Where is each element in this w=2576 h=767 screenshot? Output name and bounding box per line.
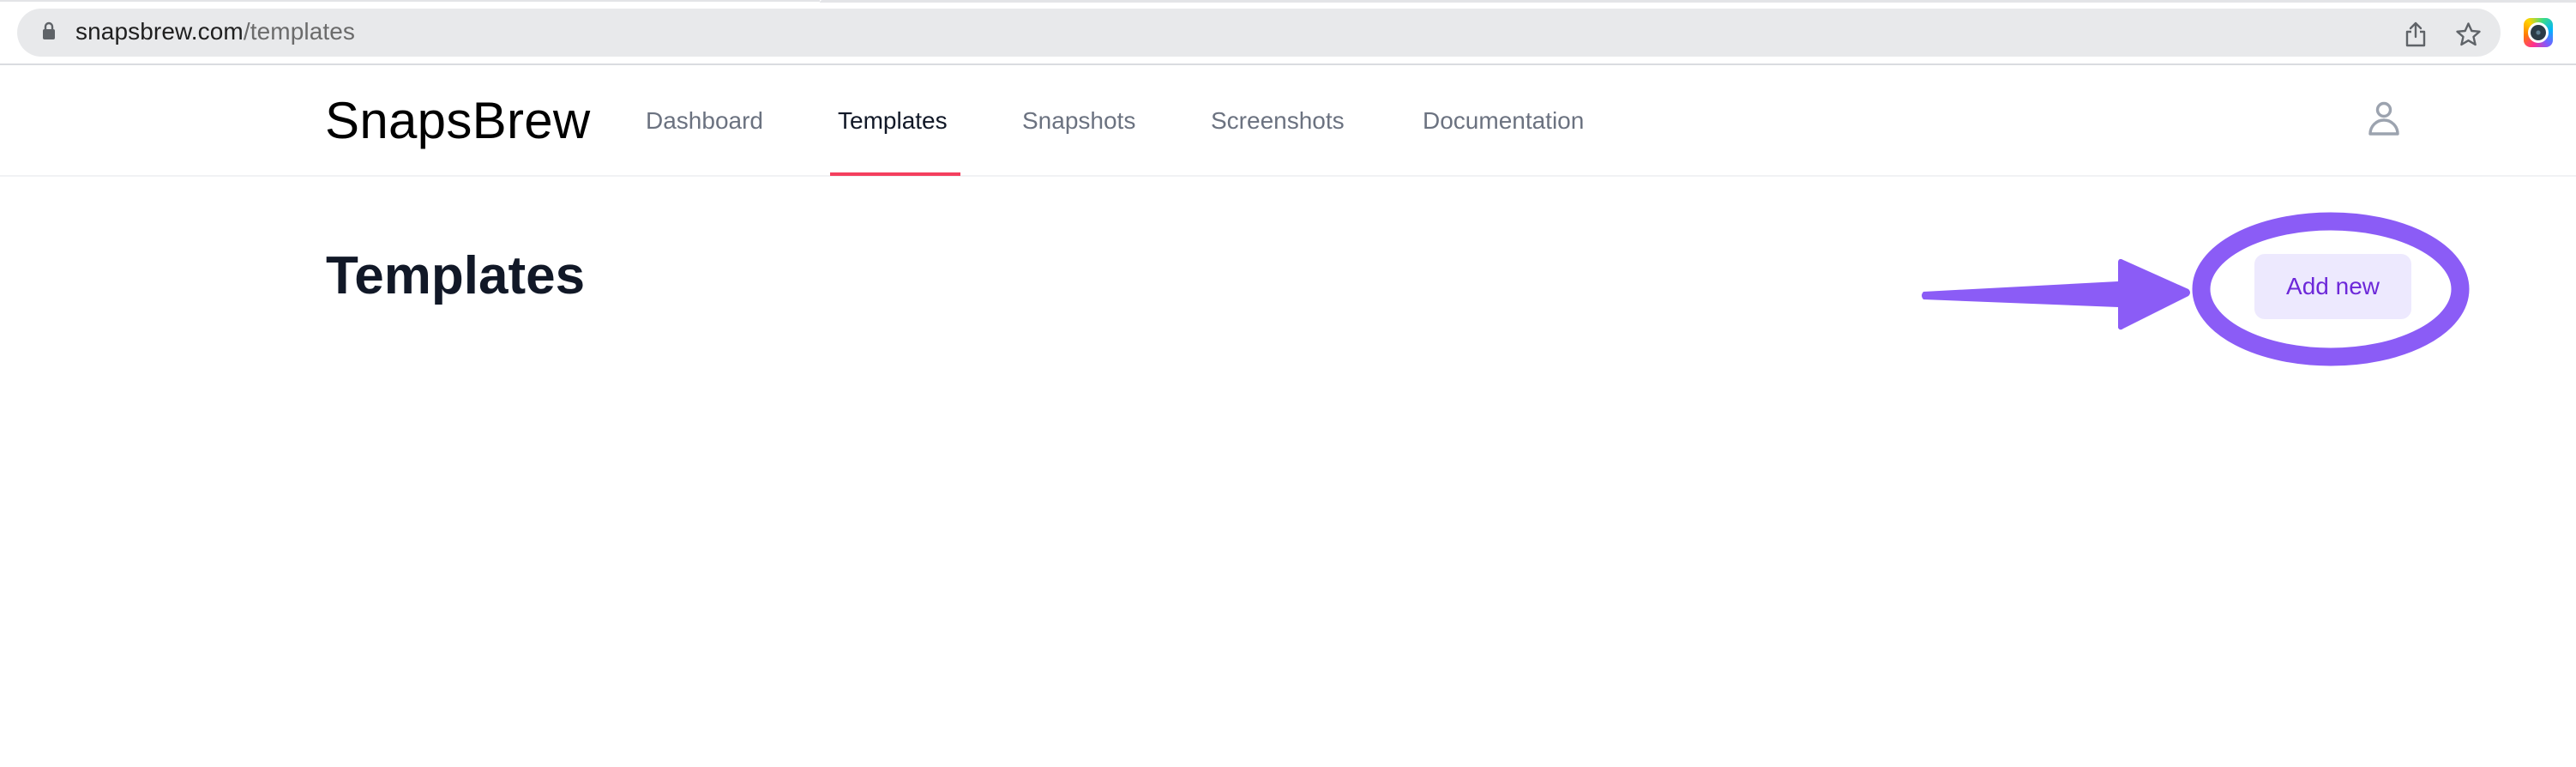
active-tab-indicator — [830, 172, 960, 176]
star-icon[interactable] — [2455, 21, 2482, 47]
url-text[interactable]: snapsbrew.com/templates — [75, 17, 355, 46]
address-bar[interactable]: snapsbrew.com/templates — [17, 9, 2501, 57]
nav-screenshots[interactable]: Screenshots — [1211, 106, 1345, 136]
url-domain: snapsbrew.com — [75, 18, 244, 45]
user-icon[interactable] — [2368, 101, 2399, 136]
share-icon[interactable] — [2404, 21, 2427, 47]
annotation-arrow — [1922, 258, 2190, 330]
page-title: Templates — [326, 246, 586, 305]
tab-strip-edge — [0, 0, 820, 2]
url-path: /templates — [243, 18, 356, 45]
browser-toolbar: snapsbrew.com/templates — [0, 3, 2576, 65]
lock-icon[interactable] — [42, 21, 56, 40]
nav-dashboard[interactable]: Dashboard — [646, 106, 763, 136]
logo[interactable]: SnapsBrew — [325, 91, 591, 151]
app-header: SnapsBrew Dashboard Templates Snapshots … — [0, 65, 2576, 177]
nav-templates[interactable]: Templates — [838, 106, 948, 136]
nav-snapshots[interactable]: Snapshots — [1022, 106, 1135, 136]
nav-documentation[interactable]: Documentation — [1423, 106, 1584, 136]
add-new-button[interactable]: Add new — [2254, 254, 2411, 319]
extension-icon[interactable] — [2524, 18, 2553, 47]
